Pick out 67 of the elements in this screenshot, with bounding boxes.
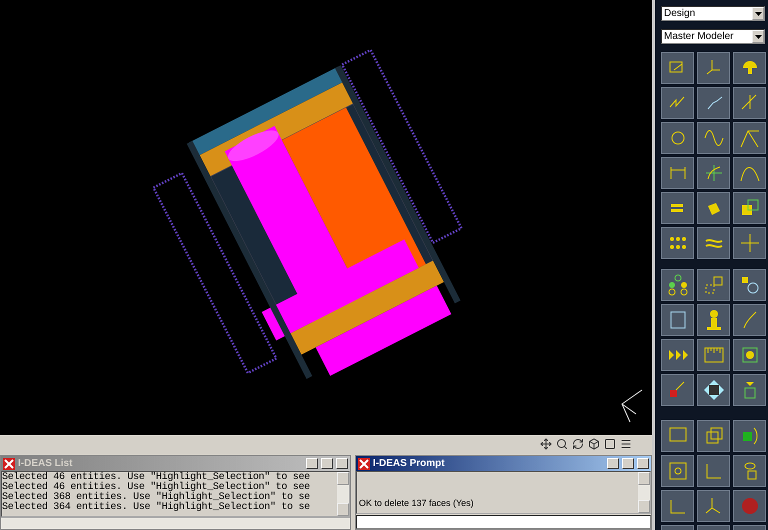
tool-button[interactable] bbox=[697, 420, 730, 452]
tool-button[interactable] bbox=[661, 157, 694, 189]
rotate-icon[interactable] bbox=[572, 438, 584, 450]
close-button[interactable] bbox=[637, 458, 649, 469]
dropdown-value: Master Modeler bbox=[664, 31, 734, 42]
window-title: I-DEAS List bbox=[18, 458, 74, 469]
tool-button[interactable] bbox=[697, 374, 730, 406]
maximize-button[interactable] bbox=[320, 458, 333, 469]
tool-button[interactable] bbox=[661, 269, 694, 301]
tool-button[interactable] bbox=[697, 122, 730, 154]
tool-button[interactable] bbox=[733, 227, 766, 259]
tool-button[interactable] bbox=[661, 420, 694, 452]
caret-icon bbox=[754, 34, 762, 38]
maximize-button[interactable] bbox=[622, 458, 634, 469]
cube-icon[interactable] bbox=[588, 438, 600, 450]
dropdown-value: Design bbox=[664, 8, 696, 19]
axis-triad-icon bbox=[621, 390, 642, 422]
tool-icon bbox=[702, 378, 726, 402]
tool-icon bbox=[666, 273, 690, 297]
dropdown-button[interactable] bbox=[752, 7, 764, 20]
scrollbar[interactable] bbox=[336, 472, 349, 516]
list-line: Selected 46 entities. Use "Highlight_Selection" to see bbox=[2, 473, 311, 483]
tool-button[interactable] bbox=[661, 192, 694, 224]
tool-button[interactable] bbox=[661, 227, 694, 259]
tool-button[interactable] bbox=[661, 304, 694, 336]
tool-button[interactable] bbox=[697, 269, 730, 301]
tool-button[interactable] bbox=[661, 87, 694, 119]
caret-icon bbox=[754, 12, 762, 16]
tool-button[interactable] bbox=[697, 304, 730, 336]
scrollbar[interactable] bbox=[638, 472, 650, 513]
list-line: Selected 46 entities. Use "Highlight_Selection" to see bbox=[2, 483, 311, 493]
square-icon[interactable] bbox=[604, 438, 616, 450]
tool-button[interactable] bbox=[661, 455, 694, 487]
search-icon[interactable] bbox=[556, 438, 568, 450]
app-logo-icon bbox=[358, 458, 370, 470]
tool-button[interactable] bbox=[697, 339, 730, 371]
tool-button[interactable] bbox=[733, 339, 766, 371]
tool-button[interactable] bbox=[733, 455, 766, 487]
tool-button[interactable] bbox=[661, 490, 694, 522]
tool-button[interactable] bbox=[733, 192, 766, 224]
window-title: I-DEAS Prompt bbox=[372, 458, 446, 469]
tool-button[interactable] bbox=[733, 122, 766, 154]
application-dropdown[interactable]: Design bbox=[661, 6, 765, 21]
list-line: Selected 368 entities. Use "Highlight_Selection" to se bbox=[2, 493, 311, 503]
input-field[interactable] bbox=[356, 515, 651, 529]
tool-button[interactable] bbox=[733, 269, 766, 301]
tool-button[interactable] bbox=[733, 87, 766, 119]
list-line: Selected 364 entities. Use "Highlight_Selection" to se bbox=[2, 503, 311, 513]
tool-button[interactable] bbox=[733, 52, 766, 84]
prompt-message: OK to delete 137 faces (Yes) bbox=[358, 497, 475, 510]
close-button[interactable] bbox=[336, 458, 348, 469]
tool-button[interactable] bbox=[697, 227, 730, 259]
tool-button[interactable] bbox=[733, 157, 766, 189]
horizontal-scrollbar[interactable] bbox=[1, 517, 350, 529]
tool-button[interactable] bbox=[661, 339, 694, 371]
pan-icon[interactable] bbox=[540, 438, 552, 450]
tool-button[interactable] bbox=[697, 192, 730, 224]
tool-button[interactable] bbox=[697, 455, 730, 487]
dropdown-button[interactable] bbox=[752, 30, 764, 43]
menu-icon[interactable] bbox=[620, 438, 632, 450]
minimize-button[interactable] bbox=[607, 458, 619, 469]
tool-button[interactable] bbox=[661, 122, 694, 154]
app-logo-icon bbox=[3, 458, 15, 470]
minimize-button[interactable] bbox=[306, 458, 318, 469]
tool-button[interactable] bbox=[661, 52, 694, 84]
tool-button[interactable] bbox=[697, 52, 730, 84]
task-dropdown[interactable]: Master Modeler bbox=[661, 29, 765, 44]
